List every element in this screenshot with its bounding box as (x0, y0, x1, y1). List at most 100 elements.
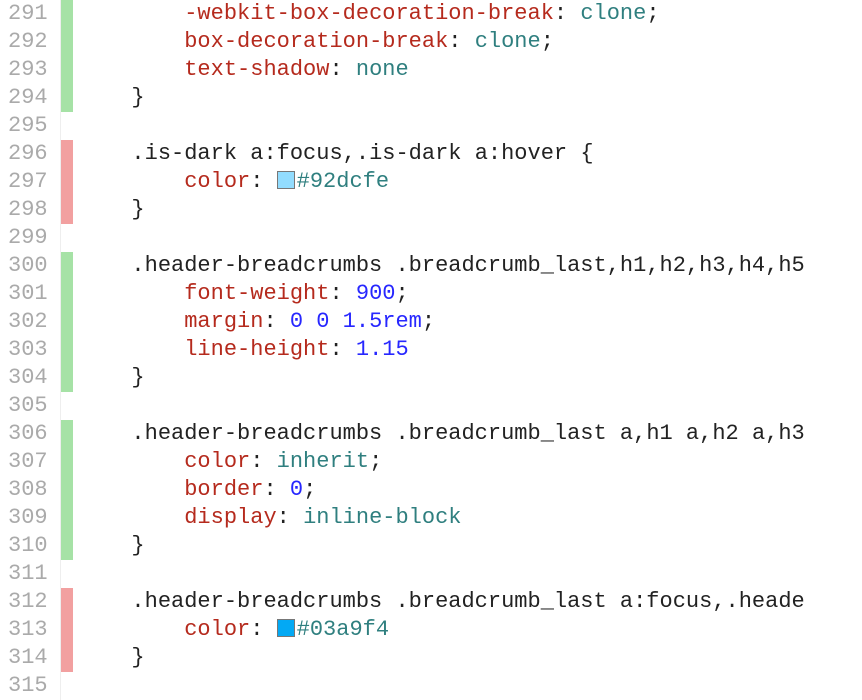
code-token: } (131, 533, 144, 558)
code-line[interactable]: } (79, 644, 862, 672)
code-line[interactable] (79, 224, 862, 252)
code-line[interactable]: margin: 0 0 1.5rem; (79, 308, 862, 336)
code-token (329, 309, 342, 334)
code-line[interactable]: } (79, 364, 862, 392)
code-token: , (726, 253, 739, 278)
code-token: color (184, 449, 250, 474)
line-number: 299 (8, 224, 48, 252)
code-line[interactable]: .header-breadcrumbs .breadcrumb_last,h1,… (79, 252, 862, 280)
code-line[interactable]: } (79, 196, 862, 224)
code-token: h2 (660, 253, 686, 278)
diff-marker-green (61, 252, 73, 280)
code-token: a (752, 421, 765, 446)
code-token: 1.15 (356, 337, 409, 362)
code-token: #03a9f4 (297, 617, 389, 642)
line-number: 307 (8, 448, 48, 476)
code-line[interactable]: .is-dark a:focus,.is-dark a:hover { (79, 140, 862, 168)
code-token: h4 (739, 253, 765, 278)
line-number: 312 (8, 588, 48, 616)
code-token: : (329, 281, 355, 306)
code-token (79, 1, 185, 26)
diff-marker-green (61, 420, 73, 448)
code-token: : (554, 1, 580, 26)
diff-marker-red (61, 616, 73, 644)
code-line[interactable]: .header-breadcrumbs .breadcrumb_last a,h… (79, 420, 862, 448)
code-token: } (131, 85, 144, 110)
code-token: } (131, 365, 144, 390)
code-line[interactable] (79, 560, 862, 588)
code-line[interactable]: border: 0; (79, 476, 862, 504)
diff-marker-none (61, 560, 73, 588)
code-line[interactable] (79, 112, 862, 140)
code-token: .breadcrumb_last (395, 253, 606, 278)
color-swatch-icon (277, 619, 295, 637)
code-token (607, 589, 620, 614)
code-line[interactable]: font-weight: 900; (79, 280, 862, 308)
code-area[interactable]: -webkit-box-decoration-break: clone; box… (73, 0, 862, 700)
code-token: border (184, 477, 263, 502)
code-line[interactable]: -webkit-box-decoration-break: clone; (79, 0, 862, 28)
code-token: ; (395, 281, 408, 306)
code-token (79, 253, 132, 278)
diff-marker-red (61, 644, 73, 672)
code-line[interactable]: box-decoration-break: clone; (79, 28, 862, 56)
code-token: ; (541, 29, 554, 54)
code-token: , (765, 421, 778, 446)
code-line[interactable]: color: #03a9f4 (79, 616, 862, 644)
code-token: } (131, 197, 144, 222)
code-token: h1 (620, 253, 646, 278)
code-token: margin (184, 309, 263, 334)
code-line[interactable]: color: #92dcfe (79, 168, 862, 196)
code-token: : (277, 505, 303, 530)
code-token (79, 281, 185, 306)
code-token: .breadcrumb_last (395, 589, 606, 614)
line-number: 304 (8, 364, 48, 392)
code-token: .breadcrumb_last (395, 421, 606, 446)
code-editor[interactable]: 2912922932942952962972982993003013023033… (0, 0, 862, 700)
code-token: , (765, 253, 778, 278)
code-token: : (263, 309, 289, 334)
line-number: 297 (8, 168, 48, 196)
code-token (79, 337, 185, 362)
diff-marker-none (61, 672, 73, 700)
code-line[interactable] (79, 672, 862, 700)
code-token (79, 589, 132, 614)
line-number: 292 (8, 28, 48, 56)
code-token: : (250, 617, 276, 642)
line-number: 294 (8, 84, 48, 112)
code-token: clone (475, 29, 541, 54)
diff-marker-green (61, 336, 73, 364)
code-line[interactable] (79, 392, 862, 420)
line-number-gutter: 2912922932942952962972982993003013023033… (0, 0, 61, 700)
line-number: 309 (8, 504, 48, 532)
line-number: 291 (8, 0, 48, 28)
code-line[interactable]: text-shadow: none (79, 56, 862, 84)
code-line[interactable]: display: inline-block (79, 504, 862, 532)
code-token (79, 169, 185, 194)
line-number: 295 (8, 112, 48, 140)
code-token (382, 589, 395, 614)
code-line[interactable]: color: inherit; (79, 448, 862, 476)
diff-marker-green (61, 364, 73, 392)
code-line[interactable]: line-height: 1.15 (79, 336, 862, 364)
code-token: ; (303, 477, 316, 502)
code-token (79, 85, 132, 110)
diff-marker-green (61, 0, 73, 28)
code-line[interactable]: } (79, 532, 862, 560)
code-token: font-weight (184, 281, 329, 306)
code-token: box-decoration-break (184, 29, 448, 54)
line-number: 314 (8, 644, 48, 672)
code-token (237, 141, 250, 166)
code-token: h1 (646, 421, 672, 446)
code-token (79, 29, 185, 54)
code-token (79, 617, 185, 642)
line-number: 315 (8, 672, 48, 700)
code-token (303, 309, 316, 334)
line-number: 296 (8, 140, 48, 168)
line-number: 303 (8, 336, 48, 364)
diff-marker-green (61, 28, 73, 56)
code-token (739, 421, 752, 446)
code-token: ; (369, 449, 382, 474)
code-line[interactable]: .header-breadcrumbs .breadcrumb_last a:f… (79, 588, 862, 616)
code-line[interactable]: } (79, 84, 862, 112)
